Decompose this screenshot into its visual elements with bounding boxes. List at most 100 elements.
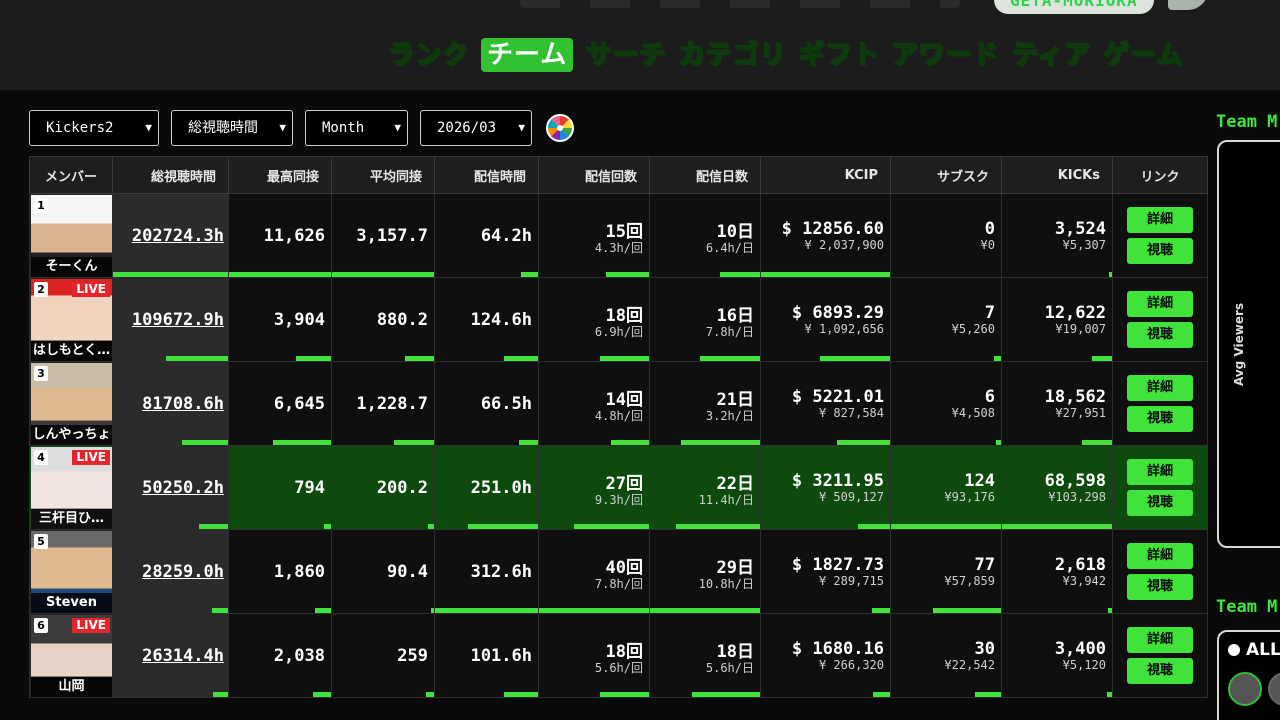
date-select[interactable]: 2026/03 ▼	[420, 110, 532, 146]
table-row[interactable]: 6 LIVE 山岡 26314.4h 2,038 259 101.6h 18回 …	[29, 613, 1208, 698]
details-button[interactable]: 詳細	[1127, 375, 1193, 401]
kicks-value: 68,598	[1044, 471, 1106, 491]
team-select[interactable]: Kickers2 ▼	[29, 110, 159, 146]
member-cell[interactable]: 4 LIVE 三杆目ひ…	[29, 445, 113, 530]
member-avatar[interactable]	[1228, 672, 1262, 706]
kicks-sub: ¥103,298	[1048, 490, 1106, 504]
metric-bar	[606, 272, 649, 277]
period-select[interactable]: Month ▼	[305, 110, 408, 146]
subs-sub: ¥0	[980, 238, 995, 252]
watch-button[interactable]: 視聴	[1127, 322, 1193, 348]
kicks-value: 3,524	[1054, 219, 1106, 239]
nav-tab[interactable]: チーム	[481, 38, 574, 72]
total-watch-link[interactable]: 109672.9h	[132, 310, 224, 330]
watch-button[interactable]: 視聴	[1127, 658, 1193, 684]
stream-count-cell-sub: 4.3h/回	[594, 240, 643, 255]
details-button[interactable]: 詳細	[1127, 627, 1193, 653]
watch-button[interactable]: 視聴	[1127, 574, 1193, 600]
metric-bar	[676, 524, 760, 529]
watch-button[interactable]: 視聴	[1127, 406, 1193, 432]
metric-select[interactable]: 総視聴時間 ▼	[171, 110, 293, 146]
total-watch-link[interactable]: 202724.3h	[132, 226, 224, 246]
member-cell[interactable]: 2 LIVE はしもとく…	[29, 277, 113, 362]
metric-bar	[314, 608, 331, 613]
kcip-cell: $ 6893.29 ¥ 1,092,656	[760, 277, 891, 362]
table-row[interactable]: 4 LIVE 三杆目ひ… 50250.2h 794 200.2 251.0h 2…	[29, 445, 1208, 530]
peak-viewers-cell: 2,038	[228, 613, 332, 698]
watch-button[interactable]: 視聴	[1127, 238, 1193, 264]
column-header[interactable]: 総視聴時間	[112, 156, 229, 194]
avatar[interactable]: 5 Steven	[31, 531, 112, 613]
stream-count-cell: 14回 4.8h/回	[538, 361, 650, 446]
nav-tab[interactable]: サーチ	[584, 38, 666, 72]
avatar[interactable]: 1 そーくん	[31, 195, 112, 277]
nav-tab[interactable]: ギフト	[798, 38, 880, 72]
stream-count-cell-value: 40回	[605, 557, 643, 578]
peak-viewers-cell: 6,645	[228, 361, 332, 446]
table-row[interactable]: 1 そーくん 202724.3h 11,626 3,157.7 64.2h 15…	[29, 193, 1208, 278]
avatar[interactable]: 2 LIVE はしもとく…	[31, 279, 112, 361]
kcip-value: $ 1827.73	[791, 555, 884, 575]
stream-count-cell: 18回 6.9h/回	[538, 277, 650, 362]
nav-tab[interactable]: アワード	[891, 38, 1000, 72]
member-cell[interactable]: 5 Steven	[29, 529, 113, 614]
avg-viewers-cell-value: 880.2	[376, 309, 428, 330]
total-watch-link[interactable]: 28259.0h	[142, 562, 224, 582]
nav-tab[interactable]: ティア	[1011, 38, 1091, 72]
peak-viewers-cell: 794	[228, 445, 332, 530]
kcip-value: $ 5221.01	[791, 387, 884, 407]
total-watch-link[interactable]: 26314.4h	[142, 646, 224, 666]
kicks-value: 18,562	[1044, 387, 1106, 407]
subs-cell: 124 ¥93,176	[890, 445, 1002, 530]
avatar[interactable]: 6 LIVE 山岡	[31, 615, 112, 697]
avatar[interactable]: 3 しんやっちょ	[31, 363, 112, 445]
member-name: Steven	[31, 593, 112, 613]
all-radio-button[interactable]	[1228, 644, 1240, 656]
nav-tab[interactable]: カテゴリ	[678, 38, 787, 72]
details-button[interactable]: 詳細	[1127, 207, 1193, 233]
avatar[interactable]: 4 LIVE 三杆目ひ…	[31, 447, 112, 529]
subs-cell: 0 ¥0	[890, 193, 1002, 278]
all-radio-label: ALL	[1246, 640, 1280, 660]
stream-days-cell-value: 22日	[716, 473, 754, 494]
watch-button[interactable]: 視聴	[1127, 490, 1193, 516]
column-header[interactable]: サブスク	[890, 156, 1002, 194]
member-cell[interactable]: 3 しんやっちょ	[29, 361, 113, 446]
column-header[interactable]: KICKs	[1001, 156, 1113, 194]
roulette-wheel-icon[interactable]	[546, 114, 574, 142]
column-header[interactable]: リンク	[1112, 156, 1208, 194]
total-watch-link[interactable]: 50250.2h	[142, 478, 224, 498]
table-row[interactable]: 2 LIVE はしもとく… 109672.9h 3,904 880.2 124.…	[29, 277, 1208, 362]
details-button[interactable]: 詳細	[1127, 459, 1193, 485]
column-header[interactable]: メンバー	[29, 156, 113, 194]
column-header[interactable]: 平均同接	[331, 156, 435, 194]
column-header[interactable]: 配信日数	[649, 156, 761, 194]
metric-bar	[312, 692, 331, 697]
nav-tab[interactable]: ゲーム	[1102, 38, 1183, 72]
brand-logo[interactable]: GETA-MORIOKA	[994, 0, 1154, 14]
stream-days-cell-sub: 10.8h/日	[698, 576, 754, 591]
column-header[interactable]: 最高同接	[228, 156, 332, 194]
metric-select-value: 総視聴時間	[188, 120, 258, 136]
avg-viewers-cell: 259	[331, 613, 435, 698]
subs-cell: 77 ¥57,859	[890, 529, 1002, 614]
metric-bar	[425, 692, 434, 697]
chevron-down-icon: ▼	[279, 121, 286, 134]
column-header[interactable]: KCIP	[760, 156, 891, 194]
member-cell[interactable]: 6 LIVE 山岡	[29, 613, 113, 698]
details-button[interactable]: 詳細	[1127, 291, 1193, 317]
subs-sub: ¥5,260	[951, 322, 995, 336]
chart-axis-label: Avg Viewers	[1232, 302, 1246, 386]
avg-viewers-cell-value: 259	[397, 645, 428, 666]
member-cell[interactable]: 1 そーくん	[29, 193, 113, 278]
metric-bar	[182, 440, 228, 445]
table-row[interactable]: 3 しんやっちょ 81708.6h 6,645 1,228.7 66.5h 14…	[29, 361, 1208, 446]
details-button[interactable]: 詳細	[1127, 543, 1193, 569]
nav-tab[interactable]: ランク	[387, 38, 469, 72]
column-header[interactable]: 配信回数	[538, 156, 650, 194]
column-header[interactable]: 配信時間	[434, 156, 539, 194]
peak-viewers-cell-value: 11,626	[263, 225, 325, 246]
table-row[interactable]: 5 Steven 28259.0h 1,860 90.4 312.6h 40回 …	[29, 529, 1208, 614]
total-watch-link[interactable]: 81708.6h	[142, 394, 224, 414]
links-cell: 詳細 視聴	[1112, 277, 1208, 362]
